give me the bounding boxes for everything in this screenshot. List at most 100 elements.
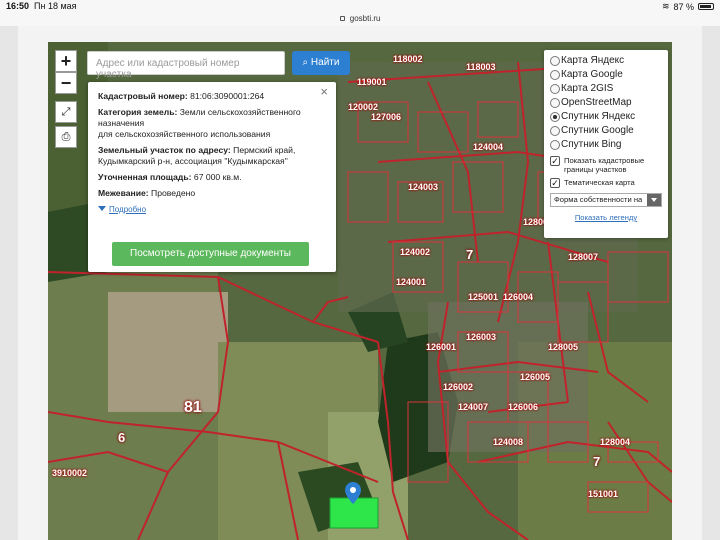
layer-label: Спутник Bing [561, 139, 622, 150]
parcel-label: 128005 [548, 342, 579, 352]
more-link-label: Подробно [109, 205, 147, 214]
fullscreen-button[interactable]: ⤢ [55, 101, 77, 123]
radio-icon [550, 84, 560, 94]
search-button[interactable]: ⌕ Найти [292, 51, 350, 75]
parcel-label: 124003 [408, 182, 439, 192]
parcel-label: 127006 [371, 112, 402, 122]
layer-option-osm[interactable]: OpenStreetMap [550, 96, 662, 110]
layer-option-yandex-map[interactable]: Карта Яндекс [550, 54, 662, 68]
parcel-info-popup: × Кадастровый номер: 81:06:3090001:264 К… [88, 82, 336, 272]
parcel-label: 126001 [426, 342, 457, 352]
view-documents-button[interactable]: Посмотреть доступные документы [112, 242, 309, 266]
status-date: Пн 18 мая [34, 1, 77, 11]
zoom-out-button[interactable]: − [55, 72, 77, 94]
battery-icon [698, 3, 714, 10]
parcel-label: 126006 [508, 402, 539, 412]
show-cadastral-checkbox[interactable]: ✓ Показать кадастровые границы участков [550, 156, 662, 174]
parcel-label: 119001 [357, 77, 387, 87]
parcel-label: 128007 [568, 252, 599, 262]
right-margin [702, 26, 720, 540]
layer-label: Спутник Яндекс [561, 111, 636, 122]
battery-percent: 87 % [673, 1, 694, 12]
radio-icon [550, 140, 560, 150]
survey-row: Межевание: Проведено [98, 188, 326, 199]
area-row: Уточненная площадь: 67 000 кв.м. [98, 172, 326, 183]
survey-value: Проведено [151, 188, 196, 198]
parcel-label: 126004 [503, 292, 534, 302]
thematic-map-label: Тематическая карта [564, 178, 635, 187]
wifi-icon: ≋ [661, 1, 670, 11]
print-icon: ⎙ [61, 131, 71, 143]
area-value: 67 000 кв.м. [193, 172, 242, 182]
parcel-label: 118002 [393, 54, 423, 64]
layer-option-google-satellite[interactable]: Спутник Google [550, 124, 662, 138]
layer-option-bing-satellite[interactable]: Спутник Bing [550, 138, 662, 152]
area-label: Уточненная площадь: [98, 172, 192, 182]
layer-label: Карта 2GIS [561, 83, 614, 94]
layer-option-yandex-satellite[interactable]: Спутник Яндекс [550, 110, 662, 124]
category-row: Категория земель: Земли сельскохозяйстве… [98, 107, 326, 140]
radio-selected-icon [550, 112, 560, 122]
zoom-in-button[interactable]: + [55, 50, 77, 72]
lock-icon [339, 16, 345, 22]
left-margin [0, 26, 18, 540]
parcel-label: 120002 [348, 102, 379, 112]
cadastral-row: Кадастровый номер: 81:06:3090001:264 [98, 91, 326, 102]
cadastral-label: Кадастровый номер: [98, 91, 188, 101]
radio-icon [550, 126, 560, 136]
checkbox-checked-icon: ✓ [550, 178, 560, 188]
parcel-label: 124007 [458, 402, 489, 412]
layer-switcher: Карта Яндекс Карта Google Карта 2GIS Ope… [544, 50, 668, 238]
search-input[interactable]: Адрес или кадастровый номер участка [87, 51, 285, 80]
layer-label: Карта Google [561, 69, 623, 80]
cadastral-value: 81:06:3090001:264 [190, 91, 265, 101]
parcel-label: 124001 [396, 277, 427, 287]
layer-option-google-map[interactable]: Карта Google [550, 68, 662, 82]
search-icon: ⌕ [302, 57, 309, 68]
parcel-label: 151001 [588, 489, 619, 499]
ownership-select[interactable]: Форма собственности на [550, 193, 662, 207]
checkbox-checked-icon: ✓ [550, 156, 560, 166]
zone-label-7: 7 [466, 247, 474, 262]
address-bar[interactable]: gosbti.ru [0, 12, 720, 26]
ownership-select-value: Форма собственности на [554, 195, 643, 204]
show-legend-link[interactable]: Показать легенду [550, 213, 662, 222]
parcel-label: 126005 [520, 372, 551, 382]
chevron-down-icon [647, 194, 661, 206]
parcel-label: 126002 [443, 382, 474, 392]
show-cadastral-label: Показать кадастровые границы участков [564, 156, 645, 174]
layer-label: OpenStreetMap [561, 97, 632, 108]
parcel-label: 118003 [466, 62, 496, 72]
parcel-label: 124008 [493, 437, 524, 447]
radio-icon [550, 98, 560, 108]
location-pin-icon[interactable] [345, 482, 361, 504]
status-time: 16:50 [6, 1, 30, 11]
parcel-label: 124004 [473, 142, 504, 152]
code-label-3910002: 3910002 [52, 468, 88, 478]
url-text: gosbti.ru [349, 14, 381, 23]
zone-label-6: 6 [118, 430, 126, 445]
parcel-label: 126003 [466, 332, 497, 342]
zone-label-7b: 7 [593, 454, 601, 469]
address-row: Земельный участок по адресу: Пермский кр… [98, 145, 326, 167]
parcel-label: 124002 [400, 247, 431, 257]
thematic-map-checkbox[interactable]: ✓ Тематическая карта [550, 178, 662, 188]
caret-down-icon [98, 206, 106, 211]
survey-label: Межевание: [98, 188, 149, 198]
status-right: ≋ 87 % [662, 1, 714, 12]
zone-label-81: 81 [184, 399, 202, 416]
layer-option-2gis[interactable]: Карта 2GIS [550, 82, 662, 96]
address-label: Земельный участок по адресу: [98, 145, 231, 155]
category-label: Категория земель: [98, 107, 178, 117]
more-link[interactable]: Подробно [98, 204, 326, 215]
parcel-label: 125001 [468, 292, 499, 302]
layer-label: Спутник Google [561, 125, 634, 136]
category-value-2: для сельскохозяйственного использования [98, 129, 271, 139]
fullscreen-icon: ⤢ [61, 106, 71, 118]
radio-icon [550, 70, 560, 80]
status-bar: 16:50 Пн 18 мая ≋ 87 % [0, 0, 720, 12]
print-button[interactable]: ⎙ [55, 126, 77, 148]
search-button-label: Найти [310, 57, 340, 68]
close-icon[interactable]: × [320, 85, 328, 98]
layer-label: Карта Яндекс [561, 55, 625, 66]
